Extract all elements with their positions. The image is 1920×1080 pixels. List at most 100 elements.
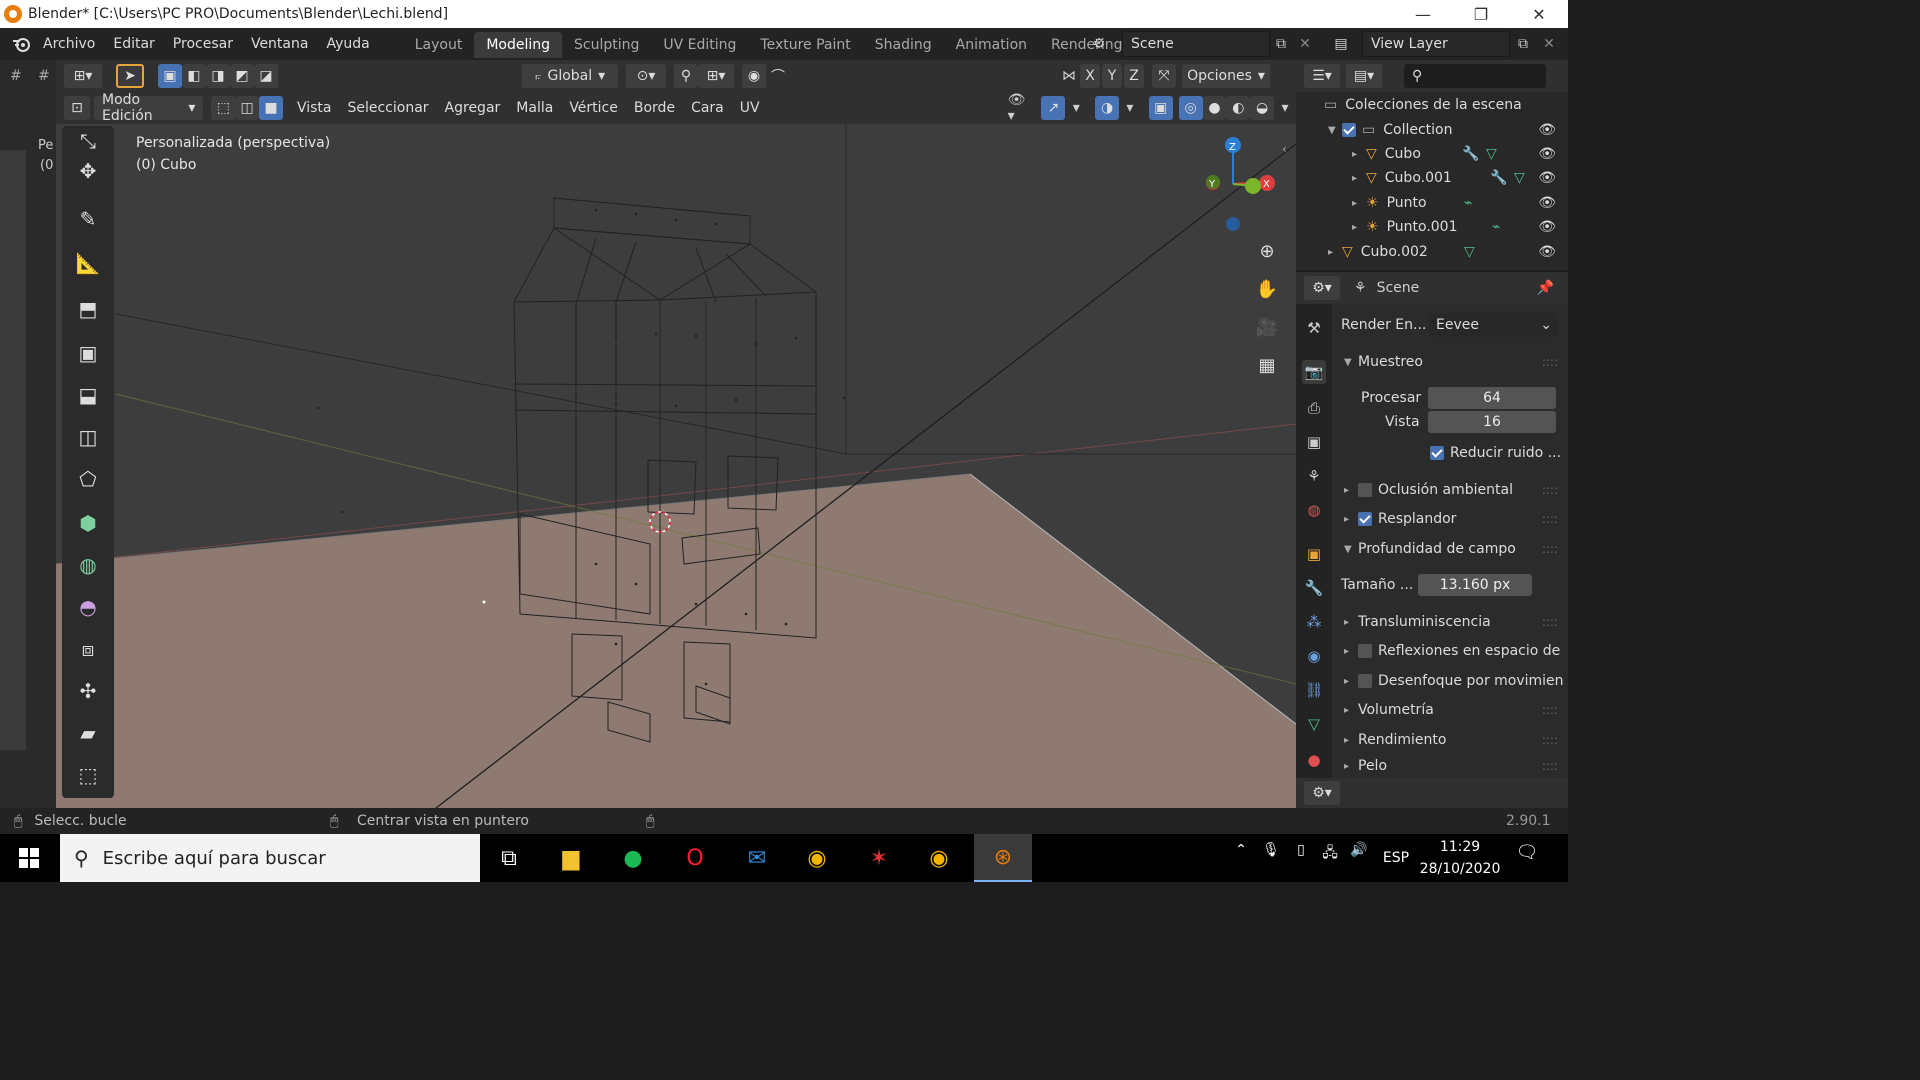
file-explorer-icon[interactable]: ▆ — [554, 842, 588, 874]
object-tab-icon[interactable]: ▣ — [1302, 542, 1326, 566]
pan-hand-icon[interactable]: ✋ — [1252, 274, 1282, 304]
shear-tool-icon[interactable]: ▰ — [68, 714, 108, 752]
clock-date[interactable]: 28/10/2020 — [1420, 860, 1501, 878]
mirror-z-button[interactable]: Z — [1124, 64, 1144, 88]
mesh-data-icon[interactable]: ▽ — [1486, 146, 1497, 162]
outliner-item-row[interactable]: ▸ ▽ Cubo.002 ▽ 👁 — [1296, 240, 1568, 264]
tab-layout[interactable]: Layout — [403, 32, 475, 58]
visibility-eye-icon[interactable]: 👁 — [1538, 219, 1556, 235]
solid-shading-icon[interactable]: ● — [1202, 96, 1227, 120]
close-button[interactable]: ✕ — [1510, 0, 1568, 28]
pivot-point-dropdown[interactable]: ⊙▾ — [626, 64, 666, 88]
zoom-icon[interactable]: ⊕ — [1252, 236, 1282, 266]
panel-ssr-header[interactable]: ▸ Reflexiones en espacio de — [1332, 637, 1568, 665]
face-select-icon[interactable]: ■ — [259, 96, 283, 120]
menu-vertice[interactable]: Vértice — [561, 96, 626, 120]
outliner-item-row[interactable]: ▸ ☀ Punto.001 ⌁ 👁 — [1296, 215, 1568, 239]
menu-seleccionar[interactable]: Seleccionar — [339, 96, 436, 120]
poly-build-tool-icon[interactable]: ⬢ — [68, 504, 108, 542]
tool-tab-icon[interactable]: ⚒ — [1302, 316, 1326, 340]
ssr-checkbox[interactable] — [1358, 644, 1372, 658]
viewport-samples-field[interactable]: 16 — [1428, 411, 1556, 433]
panel-sss-header[interactable]: ▸ Transluminiscencia :::: — [1332, 608, 1568, 636]
mirror-icon[interactable]: ⋈ — [1058, 65, 1080, 87]
select-invert-icon[interactable]: ◩ — [230, 64, 254, 88]
motion-blur-checkbox[interactable] — [1358, 674, 1372, 688]
edge-slide-tool-icon[interactable]: ⧈ — [68, 630, 108, 668]
chrome-icon[interactable]: ◉ — [800, 842, 834, 874]
visibility-dropdown-icon[interactable]: 👁▾ — [1008, 92, 1030, 124]
options-dropdown[interactable]: Opciones ▾ — [1182, 64, 1270, 88]
new-scene-icon[interactable]: ⧉ — [1270, 33, 1292, 55]
view-layer-icon[interactable]: ▤ — [1330, 33, 1352, 55]
menu-ayuda[interactable]: Ayuda — [317, 28, 378, 60]
inset-tool-icon[interactable]: ▣ — [68, 334, 108, 372]
menu-ventana[interactable]: Ventana — [242, 28, 318, 60]
denoise-checkbox[interactable] — [1430, 446, 1444, 460]
proportional-edit-icon[interactable]: ◉ — [742, 64, 766, 88]
rendered-shading-icon[interactable]: ◒ — [1250, 96, 1275, 120]
microphone-icon[interactable]: 🎙 — [1260, 842, 1282, 858]
panel-bloom-header[interactable]: ▸ Resplandor :::: — [1332, 505, 1568, 533]
blender-menu-icon[interactable] — [8, 33, 34, 55]
notifications-icon[interactable]: 🗨 — [1512, 842, 1542, 863]
snap-toggle-icon[interactable]: ⚲ — [674, 64, 698, 88]
outliner-item-row[interactable]: ▸ ▽ Cubo 🔧 ▽ 👁 — [1296, 142, 1568, 166]
collection-checkbox[interactable] — [1342, 123, 1356, 137]
panel-motion-blur-header[interactable]: ▸ Desenfoque por movimien — [1332, 667, 1568, 695]
visibility-eye-icon[interactable]: 👁 — [1538, 170, 1556, 186]
tab-texture-paint[interactable]: Texture Paint — [748, 32, 862, 58]
expand-arrow-icon[interactable]: ▼ — [1328, 125, 1342, 136]
world-tab-icon[interactable]: ◍ — [1302, 498, 1326, 522]
transform-tool-icon[interactable]: ✥ — [68, 152, 108, 190]
tab-animation[interactable]: Animation — [944, 32, 1039, 58]
edge-select-icon[interactable]: ◫ — [235, 96, 260, 120]
overlay-toggle-icon[interactable]: ◑ — [1095, 96, 1119, 120]
network-icon[interactable]: 🖧 — [1318, 842, 1342, 866]
camera-view-icon[interactable]: 🎥 — [1252, 312, 1282, 342]
wireframe-shading-icon[interactable]: ◎ — [1178, 96, 1203, 120]
select-subtract-icon[interactable]: ◨ — [206, 64, 230, 88]
editor-type-button[interactable]: ⊞▾ — [64, 64, 102, 88]
gizmo-dropdown-icon[interactable]: ▾ — [1065, 97, 1087, 119]
tab-uv-editing[interactable]: UV Editing — [651, 32, 748, 58]
bottom-editor-type-icon[interactable]: ⚙▾ — [1304, 781, 1340, 805]
panel-hair-header[interactable]: ▸ Pelo :::: — [1332, 755, 1568, 777]
output-tab-icon[interactable]: ⎙ — [1302, 396, 1326, 420]
ao-checkbox[interactable] — [1358, 483, 1372, 497]
volume-icon[interactable]: 🔊 — [1348, 842, 1370, 858]
mirror-x-button[interactable]: X — [1080, 64, 1100, 88]
language-indicator[interactable]: ESP — [1378, 842, 1414, 874]
panel-ao-header[interactable]: ▸ Oclusión ambiental :::: — [1332, 476, 1568, 504]
menu-cara[interactable]: Cara — [683, 96, 732, 120]
mode-dropdown[interactable]: Modo Edición ▾ — [94, 92, 204, 124]
mesh-data-icon[interactable]: ▽ — [1514, 170, 1525, 186]
outliner-search-input[interactable]: ⚲ — [1404, 64, 1546, 88]
panel-dof-header[interactable]: ▼ Profundidad de campo :::: — [1332, 535, 1568, 563]
extrude-tool-icon[interactable]: ⬒ — [68, 290, 108, 328]
menu-agregar[interactable]: Agregar — [437, 96, 509, 120]
knife-tool-icon[interactable]: ⬠ — [68, 460, 108, 498]
tab-sculpting[interactable]: Sculpting — [562, 32, 651, 58]
game-app-icon[interactable]: ✶ — [862, 842, 896, 874]
panel-sampling-header[interactable]: ▼ Muestreo :::: — [1332, 348, 1568, 376]
data-tab-icon[interactable]: ▽ — [1302, 712, 1326, 736]
panel-volumetrics-header[interactable]: ▸ Volumetría :::: — [1332, 696, 1568, 724]
battery-icon[interactable]: ▯ — [1290, 842, 1312, 858]
mirror-y-button[interactable]: Y — [1102, 64, 1122, 88]
menu-uv[interactable]: UV — [732, 96, 768, 120]
select-extend-icon[interactable]: ◧ — [182, 64, 206, 88]
tab-modeling[interactable]: Modeling — [474, 32, 562, 58]
properties-editor-type-icon[interactable]: ⚙▾ — [1304, 276, 1340, 300]
loop-cut-tool-icon[interactable]: ◫ — [68, 418, 108, 456]
menu-editar[interactable]: Editar — [104, 28, 163, 60]
outliner-root[interactable]: ▭ Colecciones de la escena — [1296, 93, 1568, 117]
overlay-dropdown-icon[interactable]: ▾ — [1119, 97, 1141, 119]
falloff-icon[interactable]: ⌒ — [766, 64, 790, 88]
measure-tool-icon[interactable]: 📐 — [68, 244, 108, 282]
view-layer-tab-icon[interactable]: ▣ — [1302, 430, 1326, 454]
menu-procesar[interactable]: Procesar — [164, 28, 242, 60]
editor-type-icon[interactable]: # — [10, 68, 22, 84]
delete-scene-icon[interactable]: ✕ — [1294, 33, 1316, 55]
editor-type-icon-2[interactable]: # — [38, 68, 50, 84]
